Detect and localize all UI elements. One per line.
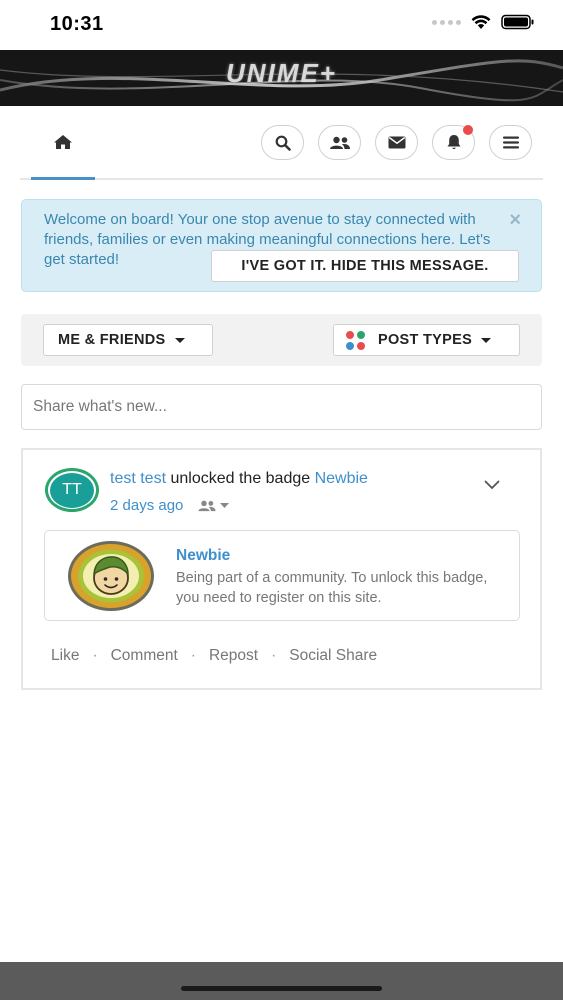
friends-privacy-icon — [198, 500, 216, 511]
welcome-alert: Welcome on board! Your one stop avenue t… — [21, 199, 542, 292]
menu-icon — [502, 136, 519, 149]
status-bar: 10:31 — [0, 0, 563, 50]
app-logo-title: UNIME+ — [226, 58, 337, 88]
notifications-button[interactable] — [432, 125, 475, 160]
avatar[interactable]: TT — [45, 468, 99, 512]
audience-filter-dropdown[interactable]: ME & FRIENDS — [43, 324, 213, 356]
post-types-icon — [346, 330, 365, 350]
envelope-icon — [388, 136, 405, 149]
share-input[interactable] — [22, 385, 541, 429]
badge-link[interactable]: Newbie — [315, 470, 368, 487]
battery-icon — [501, 14, 534, 30]
nav-icon-group — [261, 125, 532, 160]
app-banner: UNIME+ — [0, 50, 563, 106]
like-button[interactable]: Like — [51, 647, 79, 665]
post-actions: Like · Comment · Repost · Social Share — [51, 647, 377, 665]
messages-button[interactable] — [375, 125, 418, 160]
repost-button[interactable]: Repost — [209, 647, 258, 665]
status-icons — [432, 14, 535, 30]
newbie-badge-icon — [68, 541, 154, 611]
status-time: 10:31 — [50, 13, 104, 35]
friends-button[interactable] — [318, 125, 361, 160]
top-navbar — [20, 106, 543, 180]
post-types-dropdown[interactable]: POST TYPES — [333, 324, 520, 356]
post-timestamp[interactable]: 2 days ago — [110, 497, 183, 514]
bell-icon — [447, 135, 460, 150]
social-share-button[interactable]: Social Share — [289, 647, 377, 665]
cellular-signal-icon — [432, 19, 461, 25]
post-action-text: unlocked the badge — [166, 470, 315, 487]
home-icon — [54, 134, 72, 149]
caret-down-icon — [481, 337, 492, 343]
post-headline: test test unlocked the badge Newbie — [110, 470, 368, 488]
badge-card[interactable]: Newbie Being part of a community. To unl… — [44, 530, 520, 621]
post-author-link[interactable]: test test — [110, 470, 166, 487]
chevron-down-icon[interactable] — [484, 480, 500, 490]
share-box — [21, 384, 542, 430]
feed-filter-bar: ME & FRIENDS POST TYPES — [21, 314, 542, 366]
users-icon — [329, 136, 350, 149]
post-meta: 2 days ago — [110, 497, 230, 514]
avatar-initials: TT — [50, 472, 94, 508]
privacy-dropdown[interactable] — [197, 500, 230, 512]
badge-title[interactable]: Newbie — [176, 547, 230, 565]
post-types-label: POST TYPES — [378, 332, 473, 348]
caret-down-icon — [174, 337, 185, 343]
nav-home-tab[interactable] — [31, 106, 95, 180]
search-icon — [275, 135, 291, 151]
close-icon[interactable]: × — [509, 209, 521, 232]
search-button[interactable] — [261, 125, 304, 160]
action-separator: · — [190, 647, 196, 664]
audience-filter-label: ME & FRIENDS — [58, 332, 166, 348]
action-separator: · — [92, 647, 98, 664]
wifi-icon — [471, 15, 491, 29]
home-indicator[interactable] — [181, 986, 382, 991]
activity-post: TT test test unlocked the badge Newbie 2… — [21, 448, 542, 690]
menu-button[interactable] — [489, 125, 532, 160]
hide-message-button[interactable]: I'VE GOT IT. HIDE THIS MESSAGE. — [211, 250, 519, 282]
notification-dot — [463, 125, 473, 135]
caret-down-icon — [220, 502, 230, 508]
action-separator: · — [271, 647, 277, 664]
comment-button[interactable]: Comment — [111, 647, 178, 665]
bottom-bar — [0, 962, 563, 1000]
badge-description: Being part of a community. To unlock thi… — [176, 570, 488, 606]
